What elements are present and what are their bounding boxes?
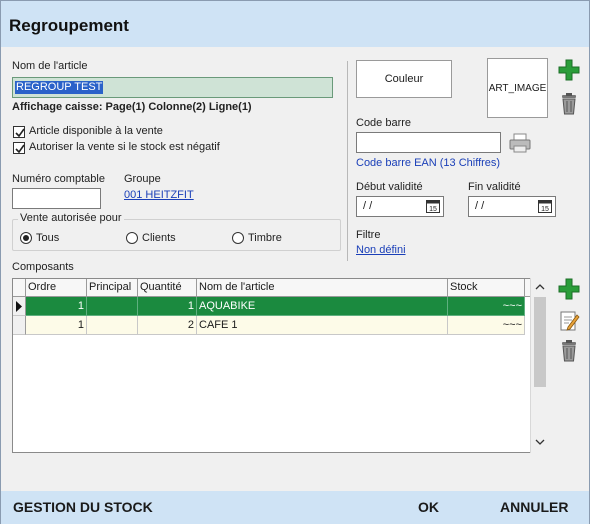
groupe-label: Groupe	[124, 173, 161, 185]
couleur-button[interactable]: Couleur	[356, 60, 452, 98]
vente-legend: Vente autorisée pour	[18, 212, 124, 224]
printer-icon[interactable]	[508, 131, 532, 155]
svg-text:15: 15	[541, 206, 549, 213]
svg-text:15: 15	[429, 206, 437, 213]
numero-comptable-label: Numéro comptable	[12, 173, 105, 185]
article-image-text: ART_IMAGE	[488, 82, 547, 94]
delete-component-icon[interactable]	[557, 339, 581, 363]
delete-image-icon[interactable]	[557, 92, 581, 116]
gestion-stock-button[interactable]: GESTION DU STOCK	[13, 499, 153, 515]
stock-negatif-label: Autoriser la vente si le stock est négat…	[29, 141, 220, 153]
scroll-up-icon[interactable]	[535, 283, 545, 291]
radio-clients-label: Clients	[142, 232, 176, 244]
numero-comptable-input[interactable]	[12, 188, 101, 209]
column-principal[interactable]: Principal	[87, 279, 138, 297]
groupe-link[interactable]: 001 HEITZFIT	[124, 189, 194, 201]
scroll-down-icon[interactable]	[535, 438, 545, 446]
radio-tous[interactable]	[20, 232, 32, 244]
vertical-divider	[347, 61, 348, 261]
title-bar: Regroupement	[1, 1, 589, 47]
fin-validite-label: Fin validité	[468, 181, 521, 193]
radio-timbre-label: Timbre	[248, 232, 282, 244]
radio-clients[interactable]	[126, 232, 138, 244]
add-image-icon[interactable]	[557, 58, 581, 82]
cell-quantite: 1	[138, 297, 197, 316]
stock-negatif-checkbox[interactable]	[13, 142, 25, 154]
cell-principal	[87, 297, 138, 316]
cell-stock: ~~~	[448, 316, 525, 335]
radio-timbre[interactable]	[232, 232, 244, 244]
calendar-icon[interactable]: 15	[426, 200, 440, 213]
debut-validite-label: Début validité	[356, 181, 423, 193]
debut-validite-input[interactable]: / / 15	[356, 196, 444, 217]
table-row[interactable]: 1 2 CAFE 1 ~~~	[13, 316, 533, 335]
affichage-caisse-text: Affichage caisse: Page(1) Colonne(2) Lig…	[12, 101, 252, 113]
code-barre-input[interactable]	[356, 132, 501, 153]
add-component-icon[interactable]	[557, 277, 581, 301]
cell-ordre: 1	[26, 297, 87, 316]
article-name-label: Nom de l'article	[12, 60, 88, 72]
table-row[interactable]: 1 1 AQUABIKE ~~~	[13, 297, 533, 316]
column-ordre[interactable]: Ordre	[26, 279, 87, 297]
code-barre-ean-text: Code barre EAN (13 Chiffres)	[356, 157, 501, 169]
column-nom-article[interactable]: Nom de l'article	[197, 279, 448, 297]
footer-bar: GESTION DU STOCK OK ANNULER	[1, 491, 589, 524]
fin-validite-value: / /	[475, 200, 485, 212]
edit-component-icon[interactable]	[557, 309, 581, 333]
article-name-value: REGROUP TEST	[15, 81, 104, 94]
row-header	[13, 316, 26, 335]
disponible-label: Article disponible à la vente	[29, 125, 163, 137]
row-pointer-icon	[13, 297, 26, 316]
calendar-icon[interactable]: 15	[538, 200, 552, 213]
cell-ordre: 1	[26, 316, 87, 335]
article-name-input[interactable]: REGROUP TEST	[12, 77, 333, 98]
dialog-window: Regroupement Nom de l'article REGROUP TE…	[0, 0, 590, 524]
code-barre-label: Code barre	[356, 117, 412, 129]
annuler-button[interactable]: ANNULER	[500, 499, 568, 515]
filtre-link[interactable]: Non défini	[356, 244, 406, 256]
cell-nom: CAFE 1	[197, 316, 448, 335]
table-header: Ordre Principal Quantité Nom de l'articl…	[13, 279, 533, 297]
cell-stock: ~~~	[448, 297, 525, 316]
column-stock[interactable]: Stock	[448, 279, 525, 297]
header-corner	[13, 279, 26, 297]
radio-tous-label: Tous	[36, 232, 60, 244]
cell-principal	[87, 316, 138, 335]
debut-validite-value: / /	[363, 200, 373, 212]
dialog-title: Regroupement	[9, 16, 129, 35]
column-quantite[interactable]: Quantité	[138, 279, 197, 297]
composants-label: Composants	[12, 261, 74, 273]
ok-button[interactable]: OK	[418, 499, 439, 515]
table-scrollbar[interactable]	[530, 278, 548, 453]
cell-nom: AQUABIKE	[197, 297, 448, 316]
scrollbar-thumb[interactable]	[534, 297, 546, 387]
composants-table[interactable]: Ordre Principal Quantité Nom de l'articl…	[12, 278, 548, 453]
cell-quantite: 2	[138, 316, 197, 335]
fin-validite-input[interactable]: / / 15	[468, 196, 556, 217]
disponible-checkbox[interactable]	[13, 126, 25, 138]
article-image[interactable]: ART_IMAGE	[487, 58, 548, 118]
filtre-label: Filtre	[356, 229, 381, 241]
